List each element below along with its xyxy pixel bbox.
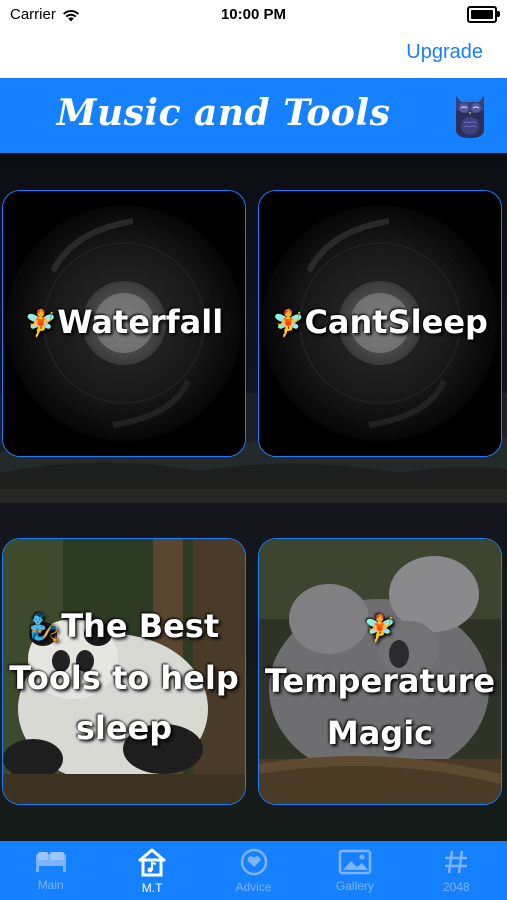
tools-grid: 🧚Waterfall 🧚CantSleep 🧞The Best Tools to…: [0, 153, 507, 841]
heart-icon: [240, 848, 267, 875]
tab-gallery[interactable]: Gallery: [304, 841, 405, 900]
best-tools-label: 🧞The Best Tools to help sleep: [3, 601, 245, 753]
fairy-icon: 🧚: [24, 309, 58, 339]
page-header: Music and Tools: [0, 78, 507, 153]
tab-2048-label: 2048: [442, 879, 470, 894]
status-bar: Carrier 10:00 PM: [0, 0, 507, 30]
hash-icon: [445, 850, 468, 873]
waterfall-card[interactable]: 🧚Waterfall: [2, 190, 246, 457]
photo-icon: [338, 849, 372, 874]
fairy-icon: 🧚: [272, 309, 305, 339]
genie-icon: 🧞: [28, 613, 62, 643]
tab-mt[interactable]: M.T: [101, 841, 202, 900]
bed-icon: [35, 851, 66, 872]
page-title: Music and Tools: [56, 92, 391, 134]
upgrade-button[interactable]: Upgrade: [406, 41, 483, 64]
tab-bar: Main M.T Advice Gallery 2048: [0, 841, 507, 900]
tab-advice-label: Advice: [235, 879, 272, 894]
fairy-icon: 🧚: [363, 614, 397, 644]
battery-icon: [467, 6, 500, 23]
waterfall-label: 🧚Waterfall: [24, 303, 224, 341]
best-tools-card[interactable]: 🧞The Best Tools to help sleep: [2, 538, 246, 805]
house-music-icon: [138, 848, 167, 876]
cantsleep-card[interactable]: 🧚CantSleep: [258, 190, 502, 457]
temperature-magic-card[interactable]: 🧚 Temperature Magic: [258, 538, 502, 805]
tab-mt-label: M.T: [141, 880, 163, 895]
cantsleep-label: 🧚CantSleep: [272, 303, 488, 341]
clock: 10:00 PM: [220, 6, 287, 23]
tab-2048[interactable]: 2048: [406, 841, 507, 900]
owl-icon: [456, 96, 484, 138]
tab-advice[interactable]: Advice: [203, 841, 304, 900]
tab-main-label: Main: [37, 877, 64, 892]
temperature-magic-label: 🧚 Temperature Magic: [259, 601, 501, 759]
tab-gallery-label: Gallery: [335, 878, 374, 893]
navigation-bar: Upgrade: [0, 30, 507, 78]
tab-main[interactable]: Main: [0, 841, 101, 900]
